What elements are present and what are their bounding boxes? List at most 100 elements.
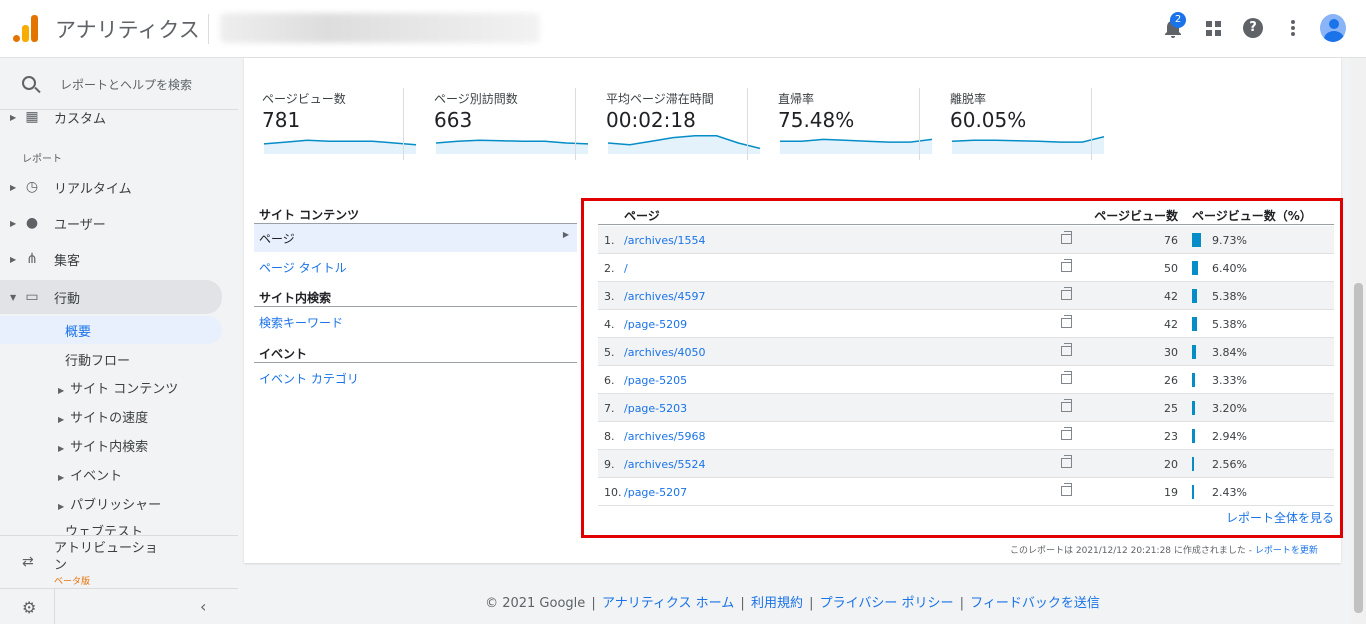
metric-divider (575, 88, 576, 160)
sidebar-item-site-search[interactable]: ▶ サイト内検索 (58, 436, 148, 455)
sidebar-item-site-content[interactable]: ▶ サイト コンテンツ (58, 378, 178, 397)
open-in-new-icon[interactable] (1061, 315, 1072, 328)
notifications-button[interactable]: 2 (1160, 12, 1186, 44)
collapse-sidebar-icon[interactable]: ‹ (200, 597, 206, 616)
pageview-count: 76 (1164, 234, 1178, 247)
pageview-count: 23 (1164, 430, 1178, 443)
metric-label: ページビュー数 (262, 92, 346, 106)
pct-bar (1192, 233, 1202, 247)
sidebar-search[interactable]: レポートとヘルプを検索 (0, 58, 238, 110)
left-nav-page[interactable]: ページ ▶ (254, 224, 577, 252)
page-link[interactable]: /archives/4597 (624, 290, 706, 303)
search-keyword-link[interactable]: 検索キーワード (259, 314, 343, 331)
page-title-link[interactable]: ページ タイトル (259, 259, 347, 276)
more-options-button[interactable] (1280, 12, 1306, 44)
footer-link-feedback[interactable]: フィードバックを送信 (970, 596, 1100, 611)
open-in-new-icon[interactable] (1061, 399, 1072, 412)
gear-icon[interactable]: ⚙ (22, 598, 36, 617)
expand-arrow-icon: ▶ (58, 502, 65, 511)
sidebar-item-site-speed[interactable]: ▶ サイトの速度 (58, 407, 148, 426)
search-input[interactable]: レポートとヘルプを検索 (60, 76, 192, 93)
divider (254, 362, 577, 363)
highlighted-table: ページ ページビュー数 ページビュー数（%） 1. /archives/1554 7… (581, 198, 1343, 538)
sidebar-nav: ▶ ▦ カスタム レポート ▶ ◷ リアルタイム ▶ ● ユーザー ▶ ⋔ 集客… (0, 110, 238, 535)
footer-link-privacy[interactable]: プライバシー ポリシー (820, 596, 954, 611)
open-in-new-icon[interactable] (1061, 427, 1072, 440)
open-in-new-icon[interactable] (1061, 371, 1072, 384)
open-in-new-icon[interactable] (1061, 483, 1072, 496)
column-header-pageviews-pct: ページビュー数（%） (1192, 209, 1312, 223)
open-in-new-icon[interactable] (1061, 259, 1072, 272)
footer-link-terms[interactable]: 利用規約 (751, 596, 803, 611)
sidebar-item-experiments[interactable]: ウェブテスト (65, 521, 143, 535)
analytics-logo-icon[interactable] (13, 14, 39, 42)
chevron-right-icon: ▶ (562, 230, 569, 239)
open-in-new-icon[interactable] (1061, 455, 1072, 468)
sidebar: レポートとヘルプを検索 ▶ ▦ カスタム レポート ▶ ◷ リアルタイム ▶ ●… (0, 58, 238, 624)
help-button[interactable]: ? (1240, 12, 1266, 44)
page-scrollbar[interactable] (1351, 58, 1366, 624)
open-in-new-icon[interactable] (1061, 287, 1072, 300)
metric-4[interactable]: 離脱率 60.05% (932, 88, 1104, 160)
account-button[interactable] (1320, 12, 1346, 44)
metric-divider (403, 88, 404, 160)
scrollbar-thumb[interactable] (1354, 283, 1363, 613)
open-in-new-icon[interactable] (1061, 231, 1072, 244)
sidebar-item-behavior-flow[interactable]: 行動フロー (65, 350, 130, 369)
full-report-link[interactable]: レポート全体を見る (1226, 509, 1334, 526)
clock-icon: ◷ (25, 179, 39, 195)
page-link[interactable]: /page-5207 (624, 486, 687, 499)
row-number: 1. (604, 234, 615, 247)
page-link[interactable]: /archives/1554 (624, 234, 706, 247)
account-selector[interactable] (220, 13, 540, 43)
sidebar-item-behavior[interactable]: ▼ ▭ 行動 (0, 280, 222, 314)
footer-link-analytics-home[interactable]: アナリティクス ホーム (602, 596, 734, 611)
metric-1[interactable]: ページ別訪問数 663 (416, 88, 588, 160)
row-number: 7. (604, 402, 615, 415)
avatar (1320, 14, 1346, 42)
metric-2[interactable]: 平均ページ滞在時間 00:02:18 (588, 88, 760, 160)
metric-value: 60.05% (950, 108, 1027, 132)
refresh-report-link[interactable]: レポートを更新 (1255, 546, 1318, 556)
metric-label: 平均ページ滞在時間 (606, 92, 714, 106)
person-icon: ● (25, 215, 39, 231)
metric-0[interactable]: ページビュー数 781 (244, 88, 416, 160)
expand-arrow-icon: ▶ (58, 473, 65, 482)
pageview-pct: 5.38% (1212, 290, 1247, 303)
pct-bar (1192, 401, 1195, 415)
page-link[interactable]: /page-5203 (624, 402, 687, 415)
page-link[interactable]: /archives/5524 (624, 458, 706, 471)
row-number: 5. (604, 346, 615, 359)
page-link[interactable]: / (624, 262, 628, 275)
page-link[interactable]: /archives/4050 (624, 346, 706, 359)
sparkline (608, 135, 760, 154)
pageview-count: 50 (1164, 262, 1178, 275)
apps-grid-icon (1205, 20, 1221, 36)
event-category-link[interactable]: イベント カテゴリ (259, 370, 359, 387)
site-search-header: サイト内検索 (259, 291, 332, 305)
acquisition-icon: ⋔ (26, 251, 38, 267)
page-link[interactable]: /archives/5968 (624, 430, 706, 443)
open-in-new-icon[interactable] (1061, 343, 1072, 356)
row-number: 8. (604, 430, 615, 443)
expand-arrow-icon: ▶ (10, 112, 17, 122)
dashboard-icon: ▦ (25, 110, 39, 125)
apps-button[interactable] (1200, 12, 1226, 44)
pageview-pct: 2.94% (1212, 430, 1247, 443)
app-title[interactable]: アナリティクス (55, 14, 200, 44)
sidebar-item-publisher[interactable]: ▶ パブリッシャー (58, 494, 161, 513)
sidebar-item-overview[interactable]: 概要 (0, 316, 222, 344)
page-link[interactable]: /page-5209 (624, 318, 687, 331)
pageview-pct: 9.73% (1212, 234, 1247, 247)
sidebar-item-events[interactable]: ▶ イベント (58, 465, 122, 484)
beta-badge: ベータ版 (54, 577, 91, 587)
table-row: 2. / 50 6.40% (598, 254, 1334, 282)
metric-3[interactable]: 直帰率 75.48% (760, 88, 932, 160)
table-row: 10./page-5207 19 2.43% (598, 478, 1334, 506)
metric-value: 663 (434, 108, 473, 132)
more-vert-icon (1291, 20, 1295, 36)
page-link[interactable]: /page-5205 (624, 374, 687, 387)
sidebar-item-attribution[interactable]: ⇄ アトリビューション ベータ版 (0, 535, 238, 588)
pageview-pct: 6.40% (1212, 262, 1247, 275)
row-number: 9. (604, 458, 615, 471)
